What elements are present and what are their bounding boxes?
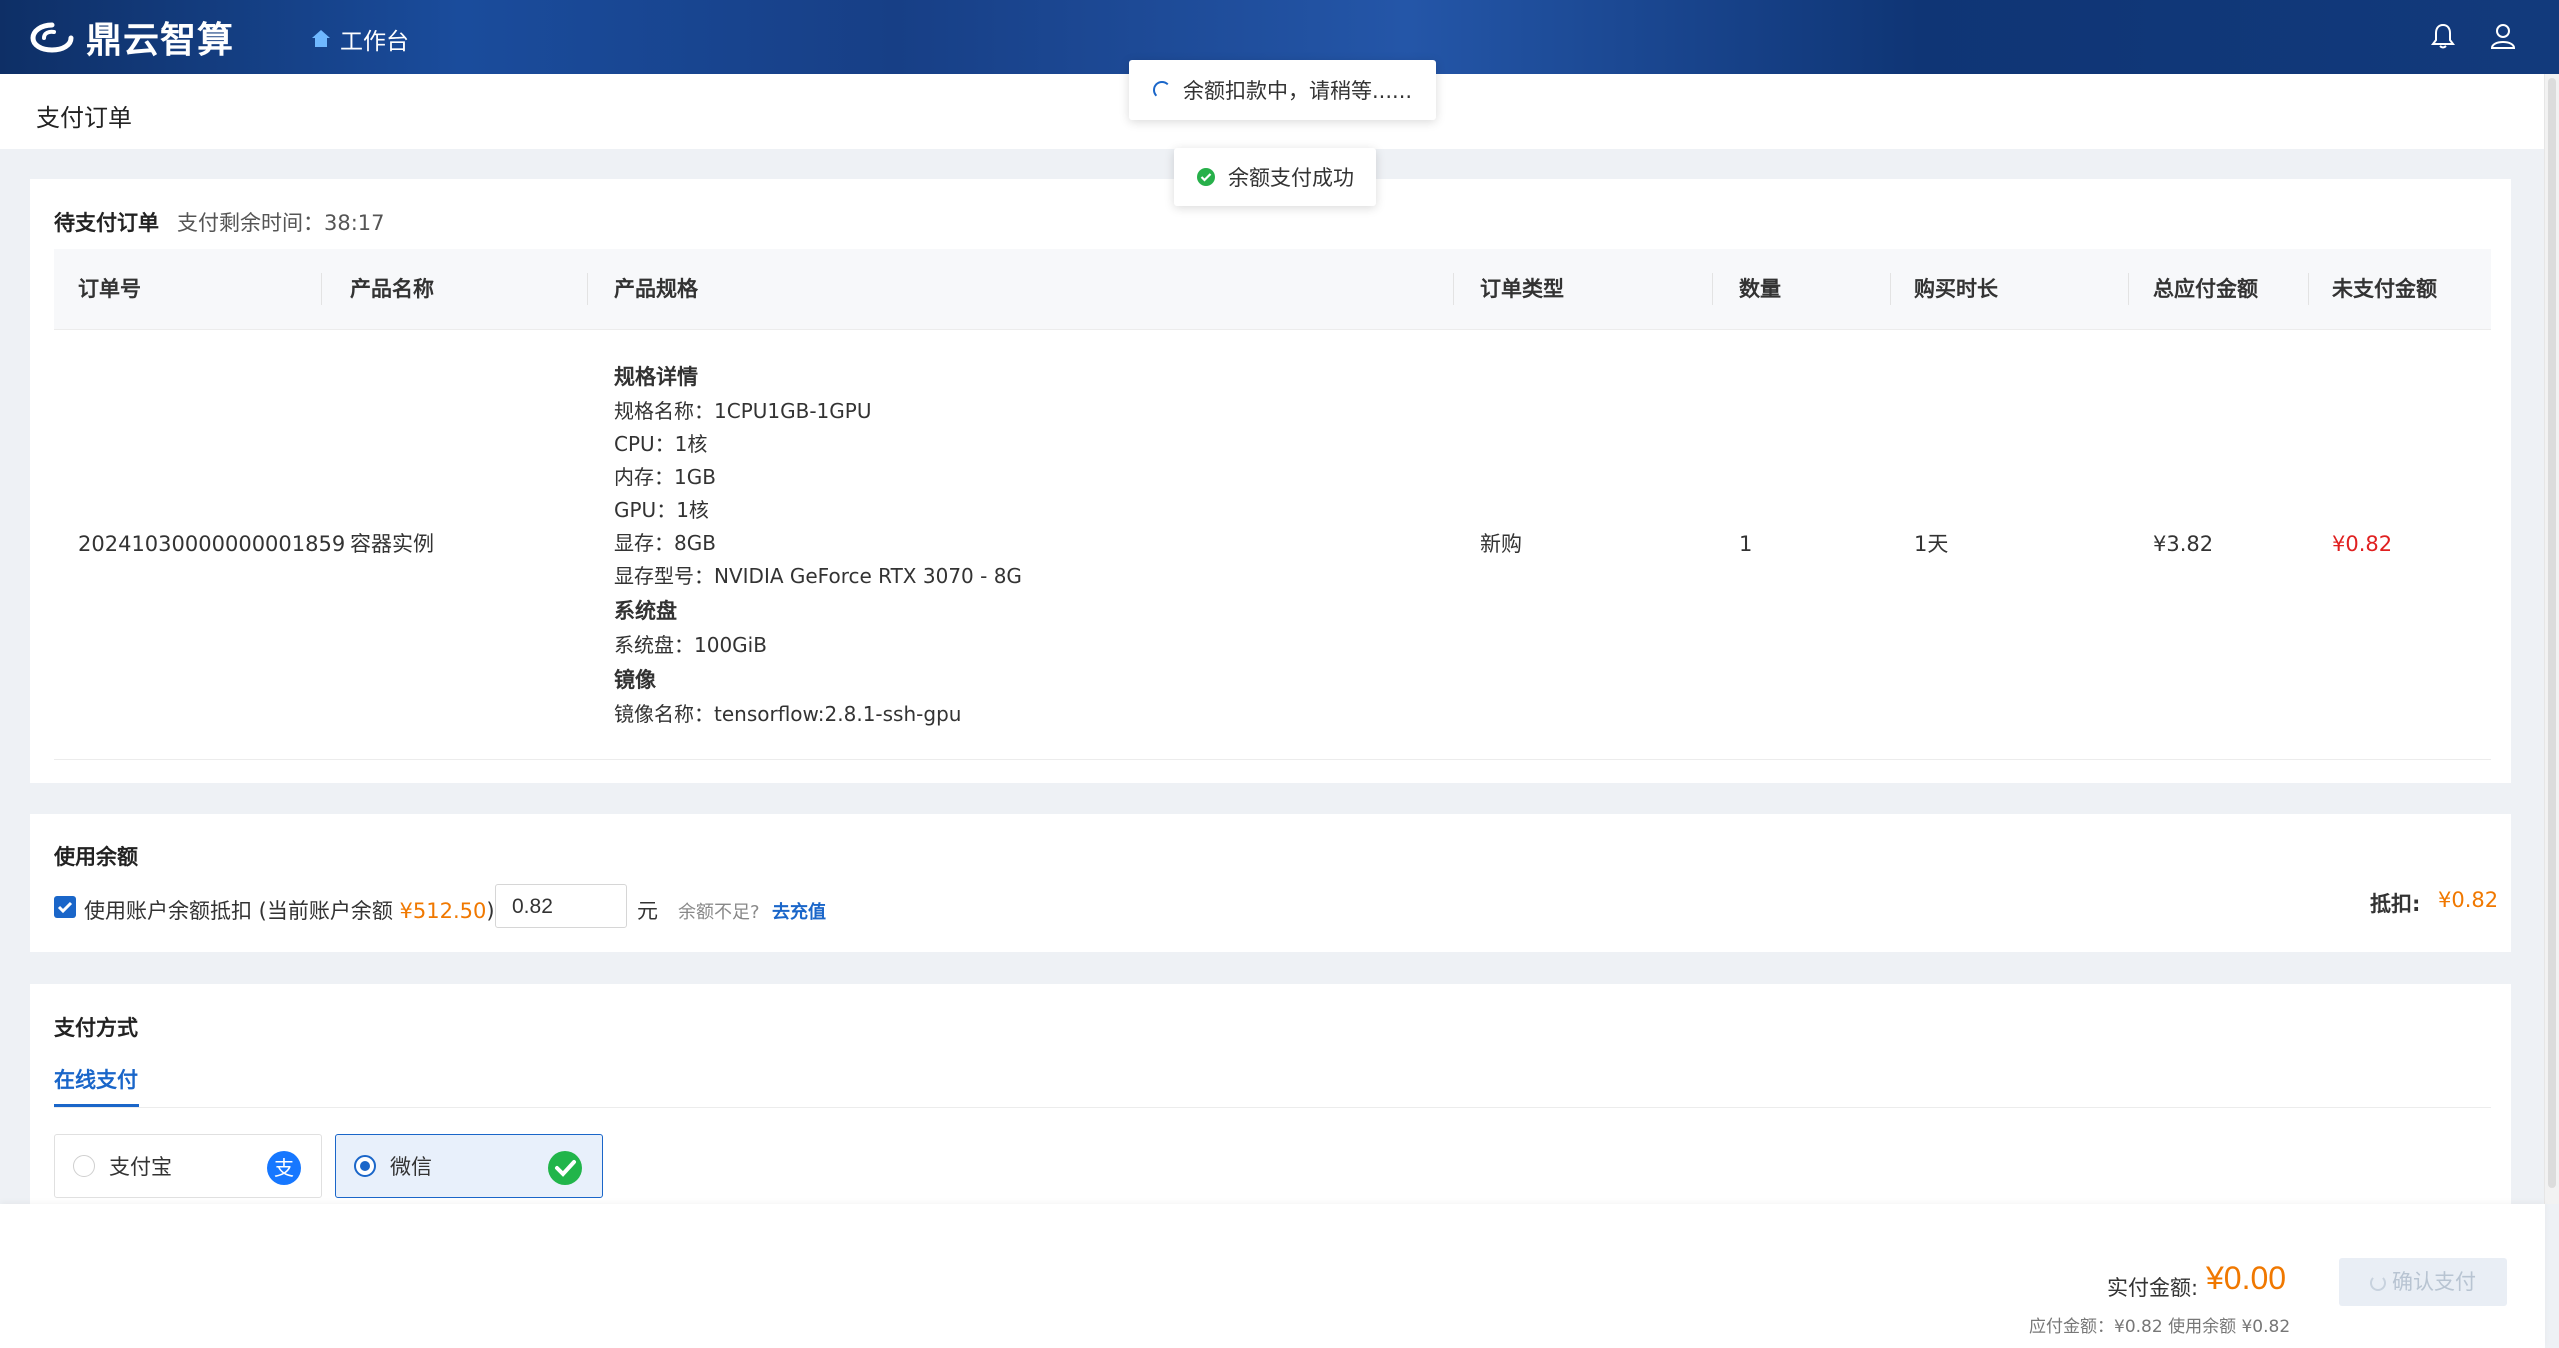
col-product-name: 产品名称 — [350, 277, 434, 301]
unit-label: 元 — [637, 899, 658, 923]
column-divider — [587, 273, 588, 305]
column-divider — [321, 273, 322, 305]
page-title: 支付订单 — [36, 104, 132, 132]
use-balance-checkbox[interactable] — [54, 896, 76, 918]
brand-logo[interactable]: 鼎云智算 — [28, 14, 235, 61]
column-divider — [1890, 273, 1891, 305]
order-type: 新购 — [1480, 532, 1522, 556]
deduct-value: ¥0.82 — [2438, 888, 2499, 912]
payable-detail: 应付金额：¥0.82 使用余额 ¥0.82 — [2029, 1317, 2291, 1337]
deduct-label: 抵扣: — [2370, 892, 2421, 916]
confirm-pay-label: 确认支付 — [2392, 1270, 2476, 1294]
wechat-radio[interactable] — [354, 1155, 376, 1177]
product-name: 容器实例 — [350, 532, 434, 556]
column-divider — [1453, 273, 1454, 305]
col-unpaid: 未支付金额 — [2332, 277, 2437, 301]
col-total: 总应付金额 — [2153, 277, 2258, 301]
column-divider — [2308, 273, 2309, 305]
insufficient-text: 余额不足? — [678, 902, 760, 923]
scrollbar-thumb[interactable] — [2548, 78, 2556, 1188]
check-icon — [57, 901, 73, 914]
table-row: 20241030000000001859 容器实例 规格详情 规格名称：1CPU… — [54, 329, 2491, 760]
tab-divider — [54, 1107, 2491, 1108]
recharge-link[interactable]: 去充值 — [772, 898, 826, 924]
unpaid-amount: ¥0.82 — [2332, 532, 2393, 556]
alipay-label: 支付宝 — [109, 1155, 172, 1179]
wechat-icon — [548, 1151, 582, 1185]
confirm-pay-button[interactable]: 确认支付 — [2339, 1258, 2507, 1306]
spec-memory: 内存：1GB — [614, 465, 716, 489]
tab-online-payment[interactable]: 在线支付 — [54, 1064, 138, 1094]
quantity: 1 — [1739, 532, 1753, 556]
remaining-time: 支付剩余时间：38:17 — [177, 207, 385, 237]
spec-vram-model: 显存型号：NVIDIA GeForce RTX 3070 - 8G — [614, 564, 1022, 588]
payment-footer: 实付金额: ¥0.00 应付金额：¥0.82 使用余额 ¥0.82 确认支付 — [0, 1204, 2545, 1348]
column-divider — [1712, 273, 1713, 305]
col-order-type: 订单类型 — [1480, 277, 1564, 301]
loading-icon — [1153, 81, 1171, 99]
use-balance-label: 使用余额 — [54, 845, 138, 869]
user-icon[interactable] — [2487, 20, 2519, 52]
cloud-logo-icon — [30, 22, 74, 53]
col-order-no: 订单号 — [78, 277, 141, 301]
balance-label: 使用账户余额抵扣 (当前账户余额 — [84, 899, 400, 923]
success-check-icon — [1197, 168, 1215, 186]
brand-name: 鼎云智算 — [86, 20, 235, 61]
spec-title: 规格详情 — [614, 365, 698, 389]
pending-order-card: 待支付订单 支付剩余时间：38:17 订单号 产品名称 产品规格 订单类型 数量… — [30, 179, 2511, 783]
pay-option-wechat[interactable]: 微信 — [335, 1134, 603, 1198]
workbench-link[interactable]: 工作台 — [310, 22, 409, 56]
use-balance-text[interactable]: 使用账户余额抵扣 (当前账户余额 ¥512.50) — [84, 895, 495, 925]
col-quantity: 数量 — [1739, 277, 1781, 301]
spec-gpu: GPU：1核 — [614, 498, 709, 522]
payment-method-card: 支付方式 在线支付 支付宝 支 微信 — [30, 984, 2511, 1204]
order-table-header: 订单号 产品名称 产品规格 订单类型 数量 购买时长 总应付金额 未支付金额 — [54, 249, 2491, 330]
pay-option-alipay[interactable]: 支付宝 支 — [54, 1134, 322, 1198]
processing-message: 余额扣款中，请稍等...... — [1183, 79, 1413, 103]
bell-icon[interactable] — [2427, 20, 2459, 52]
success-message: 余额支付成功 — [1228, 166, 1354, 190]
spec-cpu: CPU：1核 — [614, 432, 708, 456]
spec-disk: 系统盘：100GiB — [614, 633, 767, 657]
remaining-time-label: 支付剩余时间： — [177, 211, 324, 235]
payment-method-label: 支付方式 — [54, 1016, 138, 1040]
home-icon — [312, 30, 330, 47]
total-amount: ¥3.82 — [2153, 532, 2214, 556]
alipay-radio[interactable] — [73, 1155, 95, 1177]
product-spec-details: 规格详情 规格名称：1CPU1GB-1GPU CPU：1核 内存：1GB GPU… — [614, 359, 1022, 731]
svg-text:支: 支 — [274, 1156, 294, 1180]
processing-toast: 余额扣款中，请稍等...... — [1129, 60, 1437, 120]
spec-vram: 显存：8GB — [614, 531, 716, 555]
workbench-label: 工作台 — [340, 29, 409, 55]
column-divider — [2128, 273, 2129, 305]
success-toast: 余额支付成功 — [1174, 148, 1376, 206]
alipay-icon: 支 — [267, 1151, 301, 1185]
spec-image: 镜像名称：tensorflow:2.8.1-ssh-gpu — [614, 702, 962, 726]
actual-pay-value: ¥0.00 — [2206, 1260, 2287, 1296]
image-title: 镜像 — [614, 668, 656, 692]
duration: 1天 — [1914, 532, 1949, 556]
loading-spinner-icon — [2370, 1275, 2386, 1291]
order-number: 20241030000000001859 — [78, 532, 346, 556]
deduct-amount-input[interactable]: 0.82 — [495, 884, 627, 928]
vertical-scrollbar[interactable] — [2544, 74, 2559, 1204]
actual-pay-label: 实付金额: — [2107, 1276, 2199, 1300]
col-duration: 购买时长 — [1914, 277, 1998, 301]
spec-name: 规格名称：1CPU1GB-1GPU — [614, 399, 872, 423]
pending-order-label: 待支付订单 — [54, 211, 159, 235]
use-balance-card: 使用余额 使用账户余额抵扣 (当前账户余额 ¥512.50) 0.82 元 余额… — [30, 814, 2511, 952]
wechat-label: 微信 — [390, 1155, 432, 1179]
current-balance: ¥512.50 — [399, 899, 487, 923]
disk-title: 系统盘 — [614, 599, 677, 623]
balance-label-close: ) — [486, 899, 495, 923]
remaining-time-value: 38:17 — [324, 211, 385, 235]
col-product-spec: 产品规格 — [614, 277, 698, 301]
